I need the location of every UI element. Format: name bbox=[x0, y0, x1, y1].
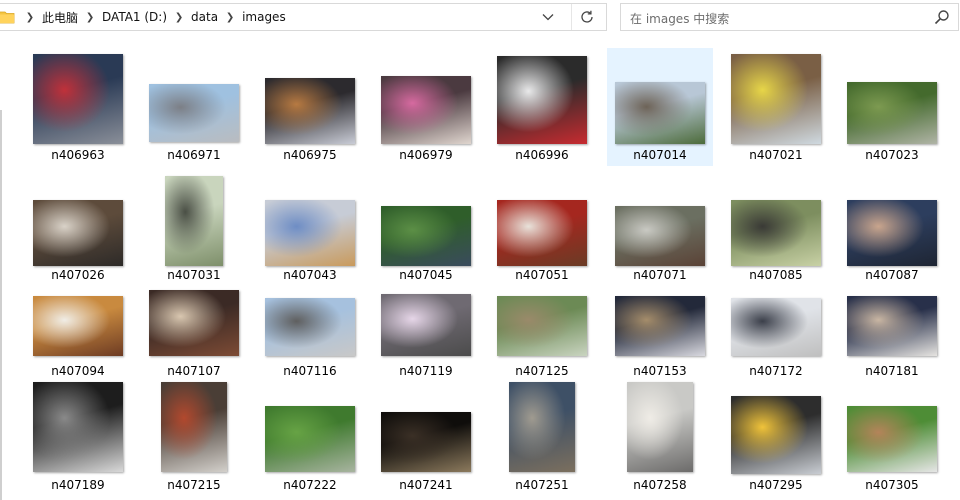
file-name: n407119 bbox=[399, 364, 453, 378]
file-name: n407241 bbox=[399, 478, 453, 492]
image-thumbnail bbox=[381, 412, 471, 472]
file-name: n406979 bbox=[399, 148, 453, 162]
file-name: n407172 bbox=[749, 364, 803, 378]
image-thumbnail bbox=[847, 82, 937, 144]
file-item[interactable]: n407043 bbox=[257, 170, 363, 288]
image-thumbnail bbox=[497, 296, 587, 356]
file-item[interactable]: n407295 bbox=[723, 382, 829, 500]
file-item[interactable]: n406996 bbox=[489, 48, 595, 166]
file-name: n407295 bbox=[749, 478, 803, 492]
image-thumbnail bbox=[149, 290, 239, 356]
file-item[interactable]: n407014 bbox=[607, 48, 713, 166]
image-thumbnail bbox=[847, 296, 937, 356]
image-thumbnail bbox=[381, 294, 471, 356]
image-thumbnail bbox=[381, 76, 471, 144]
file-name: n407258 bbox=[633, 478, 687, 492]
image-thumbnail bbox=[33, 296, 123, 356]
file-name: n407051 bbox=[515, 268, 569, 282]
file-name: n407023 bbox=[865, 148, 919, 162]
file-name: n407251 bbox=[515, 478, 569, 492]
file-name: n407094 bbox=[51, 364, 105, 378]
image-thumbnail bbox=[149, 84, 239, 142]
image-thumbnail bbox=[497, 56, 587, 144]
file-name: n406996 bbox=[515, 148, 569, 162]
image-thumbnail bbox=[497, 200, 587, 266]
image-thumbnail bbox=[265, 406, 355, 472]
file-name: n407107 bbox=[167, 364, 221, 378]
file-name: n407153 bbox=[633, 364, 687, 378]
file-item[interactable]: n407026 bbox=[25, 170, 131, 288]
image-thumbnail bbox=[33, 382, 123, 472]
image-thumbnail bbox=[265, 298, 355, 356]
file-item[interactable]: n407222 bbox=[257, 382, 363, 500]
image-thumbnail bbox=[731, 200, 821, 266]
file-name: n407222 bbox=[283, 478, 337, 492]
file-name: n407031 bbox=[167, 268, 221, 282]
image-thumbnail bbox=[33, 54, 123, 144]
image-thumbnail bbox=[731, 298, 821, 356]
image-thumbnail bbox=[847, 200, 937, 266]
file-name: n407021 bbox=[749, 148, 803, 162]
file-item[interactable]: n407021 bbox=[723, 48, 829, 166]
file-name: n407085 bbox=[749, 268, 803, 282]
file-name: n407305 bbox=[865, 478, 919, 492]
file-grid: n406963 n406971 n406975 n406979 n406996 n4070… bbox=[0, 0, 960, 500]
file-item[interactable]: n406963 bbox=[25, 48, 131, 166]
file-name: n407026 bbox=[51, 268, 105, 282]
file-item[interactable]: n406971 bbox=[141, 48, 247, 166]
file-item[interactable]: n407023 bbox=[839, 48, 945, 166]
file-name: n407181 bbox=[865, 364, 919, 378]
file-item[interactable]: n407189 bbox=[25, 382, 131, 500]
file-item[interactable]: n407051 bbox=[489, 170, 595, 288]
file-item[interactable]: n407251 bbox=[489, 382, 595, 500]
file-name: n407071 bbox=[633, 268, 687, 282]
file-item[interactable]: n406975 bbox=[257, 48, 363, 166]
file-name: n407125 bbox=[515, 364, 569, 378]
file-item[interactable]: n407031 bbox=[141, 170, 247, 288]
image-thumbnail bbox=[615, 82, 705, 144]
file-item[interactable]: n407241 bbox=[373, 382, 479, 500]
file-item[interactable]: n406979 bbox=[373, 48, 479, 166]
file-name: n407045 bbox=[399, 268, 453, 282]
file-item[interactable]: n407087 bbox=[839, 170, 945, 288]
file-name: n407043 bbox=[283, 268, 337, 282]
image-thumbnail bbox=[265, 200, 355, 266]
file-item[interactable]: n407215 bbox=[141, 382, 247, 500]
image-thumbnail bbox=[731, 54, 821, 144]
file-name: n407014 bbox=[633, 148, 687, 162]
file-name: n407215 bbox=[167, 478, 221, 492]
file-item[interactable]: n407258 bbox=[607, 382, 713, 500]
file-name: n406963 bbox=[51, 148, 105, 162]
image-thumbnail bbox=[381, 206, 471, 266]
image-thumbnail bbox=[627, 382, 693, 472]
file-item[interactable]: n407071 bbox=[607, 170, 713, 288]
image-thumbnail bbox=[33, 200, 123, 266]
file-item[interactable]: n407045 bbox=[373, 170, 479, 288]
image-thumbnail bbox=[847, 406, 937, 472]
image-thumbnail bbox=[165, 176, 223, 266]
file-name: n407189 bbox=[51, 478, 105, 492]
image-thumbnail bbox=[615, 296, 705, 356]
file-name: n406971 bbox=[167, 148, 221, 162]
file-item[interactable]: n407085 bbox=[723, 170, 829, 288]
file-name: n406975 bbox=[283, 148, 337, 162]
file-name: n407116 bbox=[283, 364, 337, 378]
image-thumbnail bbox=[265, 78, 355, 144]
image-thumbnail bbox=[731, 396, 821, 474]
file-item[interactable]: n407305 bbox=[839, 382, 945, 500]
image-thumbnail bbox=[615, 206, 705, 266]
file-name: n407087 bbox=[865, 268, 919, 282]
image-thumbnail bbox=[509, 382, 575, 472]
image-thumbnail bbox=[161, 382, 227, 472]
